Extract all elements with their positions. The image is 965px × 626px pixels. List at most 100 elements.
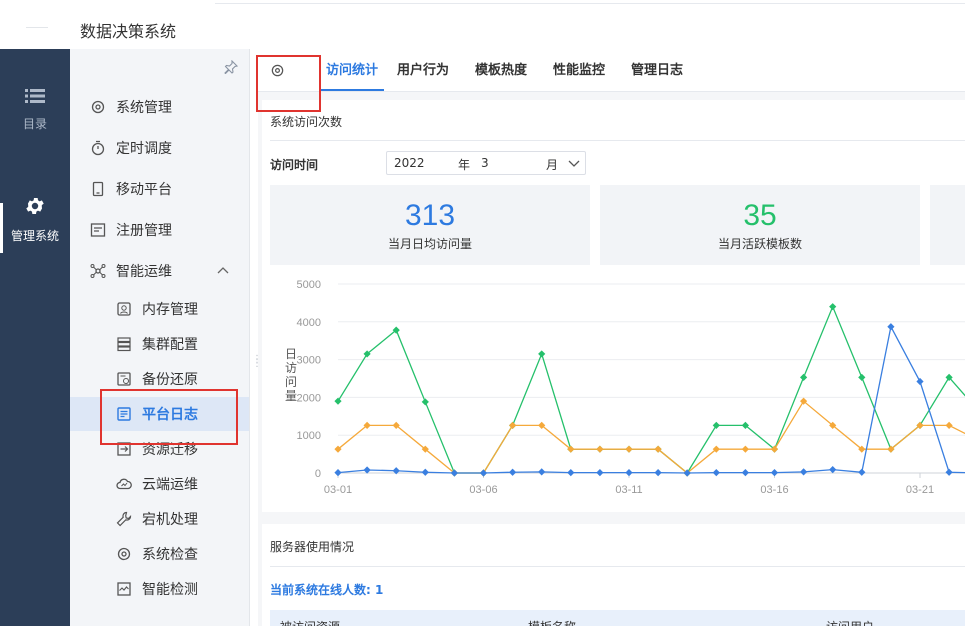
data-point: [567, 469, 575, 477]
rail-item-label: 目录: [22, 117, 47, 131]
data-point: [945, 468, 953, 476]
server-icon: [116, 336, 132, 352]
stat-label: 当月活跃模板数: [717, 237, 802, 251]
nav-item-downtime[interactable]: 宕机处理: [70, 502, 249, 536]
data-point: [741, 469, 749, 477]
data-point: [712, 469, 720, 477]
app-title: 数据决策系统: [80, 22, 177, 41]
backup-icon: [116, 371, 132, 387]
data-point: [538, 350, 546, 358]
column-header: 访问用户: [826, 618, 874, 626]
rail-item-catalog[interactable]: 目录: [0, 87, 70, 132]
data-point: [538, 468, 546, 476]
gear-icon: [116, 546, 132, 562]
series-line: [337, 304, 965, 474]
nav-item-memory[interactable]: 内存管理: [70, 292, 249, 326]
y-tick-label: 4000: [297, 317, 321, 329]
rail-item-label: 管理系统: [10, 229, 59, 243]
data-point: [334, 469, 342, 477]
nav-item-label: 备份还原: [142, 372, 198, 388]
rail-item-admin[interactable]: 管理系统: [0, 195, 70, 244]
data-point: [916, 377, 924, 386]
chevron-down-icon: [568, 160, 580, 167]
nav-item-mobile-platform[interactable]: 移动平台: [70, 172, 249, 206]
nav-item-label: 云端运维: [142, 477, 198, 493]
pin-icon[interactable]: [224, 60, 238, 74]
data-point: [858, 373, 866, 381]
list-icon: [25, 89, 45, 103]
month-unit: 月: [546, 158, 559, 172]
stat-card-partial: [930, 185, 965, 265]
stat-label: 当月日均访问量: [387, 237, 472, 251]
data-point: [625, 445, 633, 453]
nav-item-smart-ops[interactable]: 智能运维: [70, 254, 249, 288]
divider: [270, 566, 965, 567]
data-point: [654, 469, 662, 477]
register-icon: [90, 222, 106, 238]
online-users-count: 当前系统在线人数: 1: [270, 583, 384, 597]
nav-item-label: 智能检测: [142, 582, 198, 598]
wrench-icon: [116, 511, 132, 527]
tab-admin-log[interactable]: 管理日志: [628, 49, 686, 91]
data-point: [858, 468, 866, 476]
data-point: [741, 445, 749, 453]
stat-card-active-templates: 35 当月活跃模板数: [600, 185, 920, 265]
tab-user-behavior[interactable]: 用户行为: [394, 49, 452, 91]
data-point: [334, 397, 342, 405]
stat-card-daily-visits: 313 当月日均访问量: [270, 185, 590, 265]
y-tick-label: 3000: [297, 355, 321, 367]
nav-item-label: 定时调度: [116, 141, 172, 157]
tab-performance[interactable]: 性能监控: [550, 49, 608, 91]
nav-item-cloud-ops[interactable]: 云端运维: [70, 467, 249, 501]
timer-icon: [90, 140, 106, 156]
nav-item-system-check[interactable]: 系统检查: [70, 537, 249, 571]
nav-item-label: 宕机处理: [142, 512, 198, 528]
data-point: [625, 469, 633, 477]
time-label: 访问时间: [270, 158, 319, 172]
nav-item-scheduler[interactable]: 定时调度: [70, 131, 249, 165]
data-point: [770, 469, 779, 477]
chevron-up-icon[interactable]: [217, 266, 229, 274]
year-value: 2022: [394, 156, 425, 170]
data-point: [800, 468, 808, 476]
visits-line-chart: 0 1000 2000 3000 4000 5000 日访问量 03-01 03-06 03-11…: [285, 279, 965, 496]
nav-item-label: 注册管理: [116, 223, 172, 239]
tab-template-heat[interactable]: 模板热度: [472, 49, 530, 91]
y-tick-label: 2000: [297, 392, 321, 404]
x-tick-label: 03-16: [760, 484, 788, 496]
top-header: 数据决策系统: [0, 0, 965, 49]
nav-item-system-management[interactable]: 系统管理: [70, 90, 249, 124]
tab-visit-stats[interactable]: 访问统计: [320, 49, 384, 91]
data-point: [479, 469, 488, 477]
y-tick-label: 0: [315, 468, 321, 480]
cloud-icon: [116, 476, 132, 492]
data-point: [829, 303, 837, 311]
stat-value: 313: [404, 199, 456, 232]
tab-bar: 访问统计 用户行为 模板热度 性能监控 管理日志: [258, 49, 965, 92]
gear-icon: [90, 99, 106, 115]
nav-item-smart-detect[interactable]: 智能检测: [70, 572, 249, 606]
nav-item-label: 内存管理: [142, 302, 198, 318]
logo: [26, 27, 48, 28]
data-point: [712, 421, 720, 429]
column-header: 被访问资源: [280, 618, 340, 626]
data-point: [421, 398, 429, 406]
nav-item-label: 集群配置: [142, 337, 198, 353]
data-point: [596, 469, 604, 477]
x-tick-label: 03-01: [324, 484, 352, 496]
data-point: [887, 323, 895, 331]
month-picker[interactable]: 2022 年 3 月: [386, 151, 586, 175]
column-header: 模板名称: [528, 618, 576, 626]
nav-item-label: 系统检查: [142, 547, 198, 563]
x-tick-label: 03-21: [906, 484, 934, 496]
nav-item-registration[interactable]: 注册管理: [70, 213, 249, 247]
left-rail: 目录 管理系统: [0, 49, 70, 626]
highlight-box: [256, 55, 321, 112]
nav-item-cluster[interactable]: 集群配置: [70, 327, 249, 361]
x-tick-label: 03-06: [469, 484, 497, 496]
table-header: 被访问资源 模板名称 访问用户: [270, 610, 965, 626]
y-axis-label: 日访问量: [285, 347, 297, 403]
x-tick-label: 03-11: [615, 484, 642, 496]
series-line: [337, 400, 965, 474]
y-tick-label: 5000: [297, 279, 321, 291]
